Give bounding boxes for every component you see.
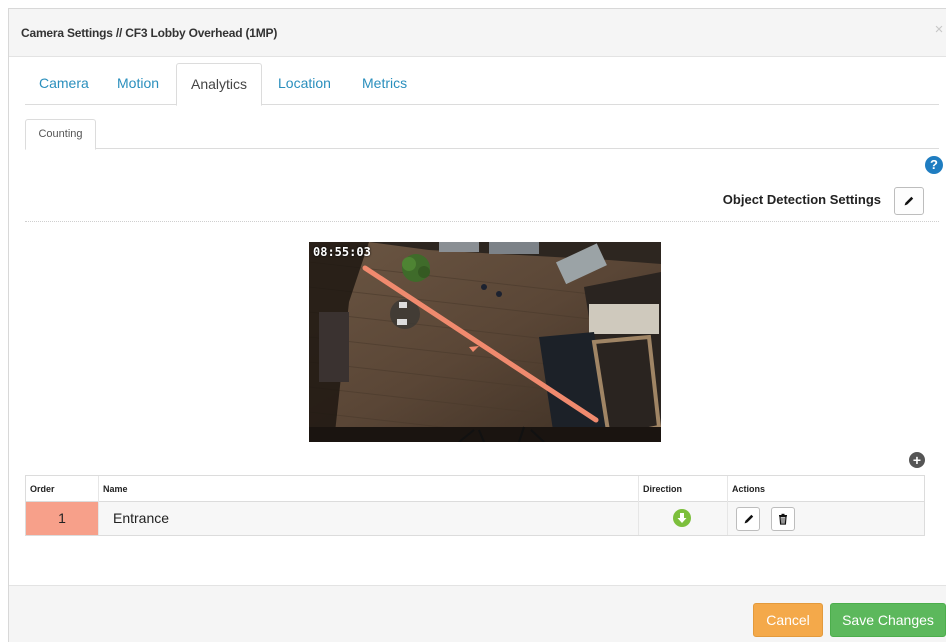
save-changes-button[interactable]: Save Changes [830, 603, 946, 637]
trash-icon [779, 513, 787, 525]
camera-frame-image [309, 242, 661, 442]
tab-location[interactable]: Location [264, 63, 345, 105]
arrow-down-glyph [677, 513, 687, 523]
tab-analytics[interactable]: Analytics [176, 63, 263, 106]
camera-preview[interactable]: 08:55:03 [309, 242, 661, 442]
row-name: Entrance [99, 502, 639, 535]
subtab-bar: Counting [25, 119, 939, 150]
cancel-button[interactable]: Cancel [753, 603, 823, 637]
tab-camera[interactable]: Camera [25, 63, 103, 105]
tab-bar: Camera Motion Analytics Location Metrics [25, 63, 939, 106]
close-icon[interactable]: × [931, 21, 946, 39]
object-detection-edit-button[interactable] [894, 187, 924, 215]
table-header: Order Name Direction Actions [26, 476, 924, 502]
pencil-icon [904, 196, 914, 206]
delete-row-button[interactable] [771, 507, 795, 531]
header-name: Name [99, 476, 639, 502]
arrow-down-circle-icon[interactable] [673, 509, 691, 527]
subtab-counting[interactable]: Counting [25, 119, 96, 150]
tab-metrics[interactable]: Metrics [348, 63, 421, 105]
camera-timestamp: 08:55:03 [313, 245, 371, 259]
tab-motion[interactable]: Motion [103, 63, 173, 105]
header-actions: Actions [732, 484, 766, 494]
modal-footer: Cancel Save Changes [9, 585, 946, 642]
counting-lines-table: Order Name Direction Actions 1 Entrance [25, 475, 925, 536]
help-icon[interactable]: ? [925, 156, 943, 174]
header-order: Order [26, 476, 99, 502]
section-divider [25, 221, 939, 222]
header-direction: Direction [639, 476, 728, 502]
table-row[interactable]: 1 Entrance [26, 502, 924, 535]
add-line-icon[interactable]: + [909, 452, 925, 468]
modal-title: Camera Settings // CF3 Lobby Overhead (1… [21, 26, 278, 40]
camera-settings-modal: Camera Settings // CF3 Lobby Overhead (1… [8, 8, 946, 642]
row-order: 1 [26, 502, 99, 535]
object-detection-settings-label: Object Detection Settings [722, 192, 881, 207]
pencil-icon [744, 514, 754, 524]
edit-row-button[interactable] [736, 507, 760, 531]
modal-header: Camera Settings // CF3 Lobby Overhead (1… [9, 9, 946, 57]
